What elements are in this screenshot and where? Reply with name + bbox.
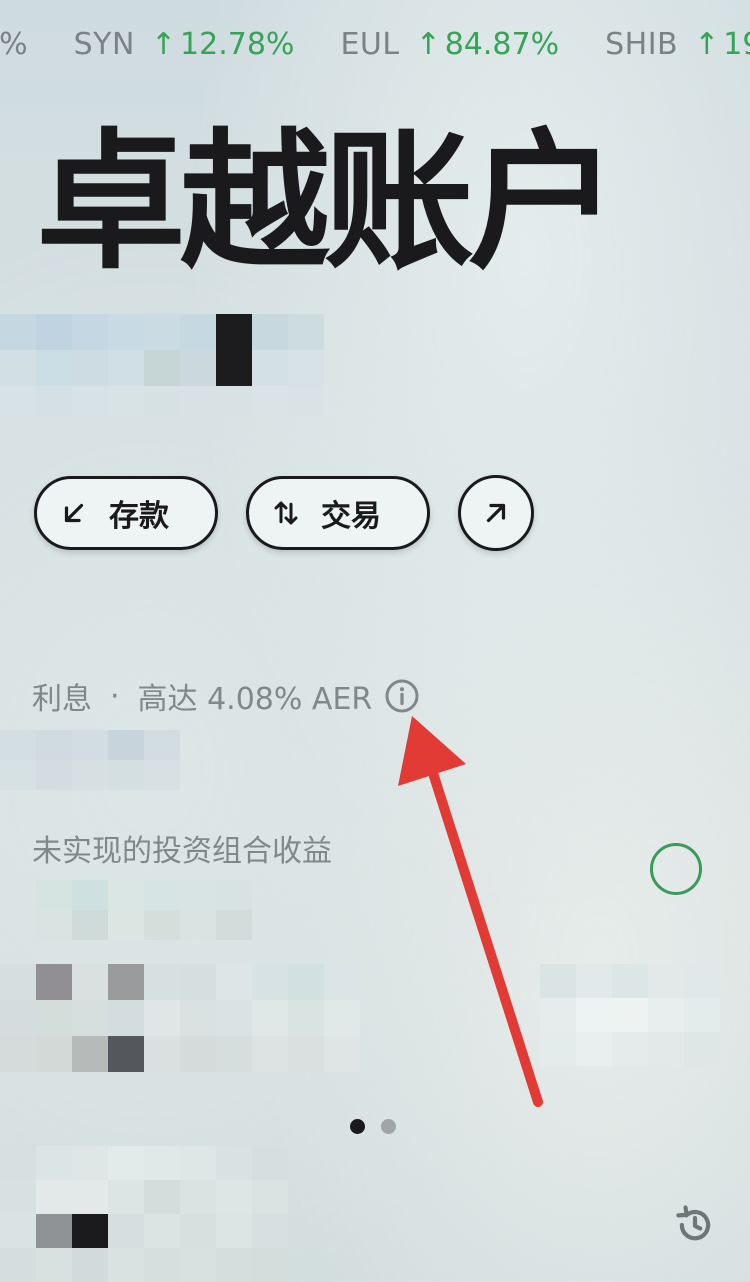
ticker-symbol: SYN xyxy=(73,27,135,62)
ticker-item: SHIB ↑ 19 xyxy=(605,20,750,70)
redacted-gains-value xyxy=(36,880,252,940)
ticker-symbol: EUL xyxy=(340,27,400,62)
ticker-item: SYN ↑ 12.78% xyxy=(74,20,295,70)
redacted-interest-value xyxy=(0,730,180,790)
arrow-up-icon: ↑ xyxy=(415,27,441,62)
ticker-change: 84.87% xyxy=(444,27,560,62)
status-circle-icon xyxy=(650,843,702,895)
page-indicator xyxy=(350,1119,396,1134)
ticker-change: 12.78% xyxy=(180,27,295,62)
interest-label: 利息 xyxy=(32,682,92,717)
arrow-up-icon: ↑ xyxy=(150,27,177,62)
ticker-item: EUL ↑ 84.87% xyxy=(340,20,559,70)
redacted-bottom-block xyxy=(0,1146,288,1282)
ticker-symbol: SHIB xyxy=(605,27,679,62)
arrow-up-right-icon xyxy=(486,503,506,523)
send-button[interactable] xyxy=(458,475,534,551)
ticker-change: 3% xyxy=(0,27,28,62)
page-dot[interactable] xyxy=(381,1119,396,1134)
info-circle-icon[interactable] xyxy=(384,678,420,714)
interest-info: 利息 · 高达 4.08% AER xyxy=(32,674,420,718)
ticker-change: 19 xyxy=(723,27,750,62)
arrow-down-left-icon xyxy=(64,503,84,523)
interest-separator: · xyxy=(110,678,120,714)
trade-button[interactable]: 交易 xyxy=(246,476,430,550)
page-title: 卓越账户 xyxy=(36,116,618,290)
interest-rate: 高达 4.08% AER xyxy=(137,682,373,717)
ticker-item: 3% xyxy=(0,20,28,70)
redacted-content-right xyxy=(540,964,720,1066)
trade-label: 交易 xyxy=(321,499,381,534)
page-dot-active[interactable] xyxy=(350,1119,365,1134)
redacted-balance xyxy=(0,314,324,416)
redacted-content-block xyxy=(0,964,360,1072)
price-ticker: 3% SYN ↑ 12.78% EUL ↑ 84.87% SHIB ↑ 19 xyxy=(0,20,750,70)
deposit-button[interactable]: 存款 xyxy=(34,476,218,550)
unrealized-gains-label: 未实现的投资组合收益 xyxy=(32,834,332,869)
deposit-label: 存款 xyxy=(109,499,169,534)
swap-vertical-icon xyxy=(274,501,298,525)
history-icon[interactable] xyxy=(674,1204,716,1246)
arrow-up-icon: ↑ xyxy=(694,27,720,62)
